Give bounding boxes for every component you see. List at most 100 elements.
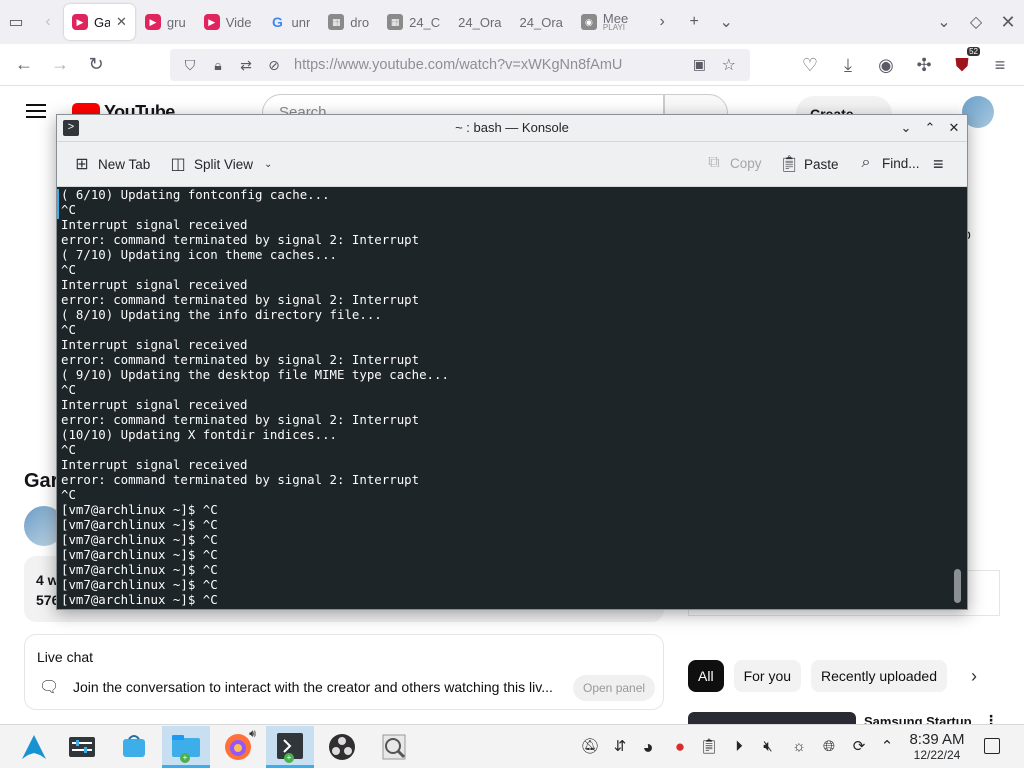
minimize-chevron-icon[interactable]: ⌄ xyxy=(897,118,915,138)
browser-tab[interactable]: 24_Ora xyxy=(512,4,571,40)
chips-next-chevron-icon[interactable]: › xyxy=(971,666,977,687)
browser-tab[interactable]: ▦ dro xyxy=(320,4,377,40)
new-tab-button[interactable]: ⊞ New Tab xyxy=(73,154,150,174)
browser-tab[interactable]: Gunr xyxy=(262,4,319,40)
app-launcher-arch-icon[interactable] xyxy=(10,726,58,768)
kdeconnect-icon[interactable]: ⇵ xyxy=(610,737,630,757)
lock-icon[interactable]: 🔒︎ xyxy=(204,57,232,74)
terminal-line: error: command terminated by signal 2: I… xyxy=(61,472,420,487)
konsole-titlebar[interactable]: > ~ : bash — Konsole ⌄ ⌃ ✕ xyxy=(57,115,967,142)
ublock-badge: 52 xyxy=(967,47,980,56)
pocket-icon[interactable]: ♡ xyxy=(792,49,828,81)
tab-label: dro xyxy=(350,14,370,30)
konsole-window-buttons: ⌄ ⌃ ✕ xyxy=(897,118,963,138)
recording-icon[interactable]: ● xyxy=(670,737,690,757)
close-x-icon[interactable]: ✕ xyxy=(945,118,963,138)
forward-arrow-icon[interactable]: → xyxy=(42,49,78,81)
shield-icon[interactable]: ⛉ xyxy=(176,57,204,74)
terminal-line: ^C xyxy=(61,442,76,457)
taskbar: + 🔊︎ + 🔕︎ ⇵ ◕ ● 📋︎ ⏵ 🔇︎ ☼ 🌐︎ ⟳ ⌃ 8:39 AM… xyxy=(0,724,1024,768)
browser-tab[interactable]: ▶ Vide xyxy=(196,4,260,40)
split-view-button[interactable]: ◫ Split View ⌄ xyxy=(169,154,272,174)
terminal-line: [vm7@archlinux ~]$ ^C xyxy=(61,592,218,607)
autoplay-blocked-icon[interactable]: ⊘ xyxy=(260,57,288,74)
konsole-task-icon[interactable]: + xyxy=(266,726,314,768)
chip-recently-uploaded[interactable]: Recently uploaded xyxy=(811,660,948,692)
url-bar[interactable]: ⛉ 🔒︎ ⇄ ⊘ https://www.youtube.com/watch?v… xyxy=(170,49,750,81)
firefox-icon[interactable]: 🔊︎ xyxy=(214,726,262,768)
obs-tray-icon[interactable]: ◕ xyxy=(638,737,658,757)
tab-list-chevron-icon[interactable]: ⌄ xyxy=(710,6,742,38)
reload-icon[interactable]: ↻ xyxy=(78,49,114,81)
tab-overview-icon[interactable]: ▭ xyxy=(0,6,32,38)
recommendation-chips: All For you Recently uploaded › xyxy=(688,660,977,692)
running-indicator: + xyxy=(284,753,294,763)
split-view-dropdown-icon[interactable]: ⌄ xyxy=(264,159,272,170)
paste-button[interactable]: 📋︎ Paste xyxy=(779,154,839,174)
terminal-scrollbar[interactable] xyxy=(954,569,961,603)
spectacle-screenshot-icon[interactable] xyxy=(370,726,418,768)
tab-close-icon[interactable]: ✕ xyxy=(116,14,127,30)
downloads-icon[interactable]: ⤓ xyxy=(830,49,866,81)
copy-label: Copy xyxy=(730,155,762,171)
tab-scroll-right-icon[interactable]: › xyxy=(646,6,678,38)
new-tab-plus-icon[interactable]: + xyxy=(678,6,710,38)
brightness-icon[interactable]: ☼ xyxy=(789,737,809,757)
browser-tab[interactable]: 24_Ora xyxy=(450,4,509,40)
tab-scroll-left-icon[interactable]: ‹ xyxy=(32,6,64,38)
scroll-indicator-bar xyxy=(57,189,59,219)
permissions-icon[interactable]: ⇄ xyxy=(232,57,260,74)
browser-tab[interactable]: ▶ gru xyxy=(137,4,194,40)
terminal-line: [vm7@archlinux ~]$ ^C xyxy=(61,577,218,592)
open-panel-button[interactable]: Open panel xyxy=(573,675,656,701)
browser-tab[interactable]: ◉ Mee PLAYI xyxy=(573,4,636,40)
dolphin-file-manager-icon[interactable]: + xyxy=(162,726,210,768)
window-minimize-icon[interactable]: ⌄ xyxy=(928,6,960,38)
tab-label: Mee xyxy=(602,12,629,24)
tab-label: Vide xyxy=(225,14,252,30)
network-icon[interactable]: 🌐︎ xyxy=(819,737,839,757)
ublock-icon[interactable]: ⛊ 52 xyxy=(944,47,980,81)
back-arrow-icon[interactable]: ← xyxy=(6,49,42,81)
copy-button[interactable]: ⧉ Copy xyxy=(705,154,762,172)
terminal-line: ^C xyxy=(61,382,76,397)
notifications-off-icon[interactable]: 🔕︎ xyxy=(580,737,600,757)
url-text[interactable]: https://www.youtube.com/watch?v=xWKgNn8f… xyxy=(294,57,622,73)
window-close-icon[interactable]: ✕ xyxy=(992,6,1024,38)
browser-tab[interactable]: ▦ 24_C xyxy=(379,4,448,40)
audio-muted-icon[interactable]: 🔇︎ xyxy=(758,737,778,757)
system-settings-icon[interactable] xyxy=(58,726,106,768)
extensions-puzzle-icon[interactable]: ✣ xyxy=(906,49,942,81)
tab-label: 24_Ora xyxy=(519,14,563,30)
next-video-thumbnail[interactable] xyxy=(688,712,856,724)
window-restore-icon[interactable]: ◇ xyxy=(960,6,992,38)
tab-label: unr xyxy=(291,14,311,30)
terminal-line: ^C xyxy=(61,202,76,217)
clock[interactable]: 8:39 AM 12/22/24 xyxy=(902,731,972,762)
maximize-chevron-icon[interactable]: ⌃ xyxy=(921,118,939,138)
menu-hamburger-icon[interactable]: ≡ xyxy=(982,49,1018,81)
account-icon[interactable]: ◉ xyxy=(868,49,904,81)
bookmark-star-icon[interactable]: ☆ xyxy=(722,55,736,75)
obs-studio-icon[interactable] xyxy=(318,726,366,768)
reader-view-icon[interactable]: ▣ xyxy=(693,56,706,73)
clipboard-icon[interactable]: 📋︎ xyxy=(699,737,719,757)
next-video-title[interactable]: Samsung Startup xyxy=(864,714,972,724)
find-button[interactable]: ⌕ Find... xyxy=(857,154,920,172)
show-desktop-icon[interactable] xyxy=(984,738,1000,754)
tray-expand-chevron-icon[interactable]: ⌃ xyxy=(877,737,897,757)
paste-icon: 📋︎ xyxy=(779,156,800,173)
tab-label-group: Mee PLAYI xyxy=(603,13,628,32)
media-player-icon[interactable]: ⏵ xyxy=(729,737,749,757)
toolbar-right: ♡ ⤓ ◉ ✣ ⛊ 52 ≡ xyxy=(792,47,1018,81)
chip-all[interactable]: All xyxy=(688,660,724,692)
terminal-area[interactable]: ( 6/10) Updating fontconfig cache... ^C In… xyxy=(57,187,967,609)
chip-for-you[interactable]: For you xyxy=(733,660,802,692)
discover-store-icon[interactable] xyxy=(110,726,158,768)
youtube-menu-icon[interactable] xyxy=(26,104,46,118)
konsole-menu-hamburger-icon[interactable]: ≡ xyxy=(933,154,944,175)
update-icon[interactable]: ⟳ xyxy=(849,737,869,757)
browser-tab[interactable]: ▶ Ga ✕ xyxy=(64,4,135,40)
tab-label: 24_Ora xyxy=(458,14,502,30)
next-video-more-icon[interactable]: ⋮ xyxy=(984,712,998,724)
